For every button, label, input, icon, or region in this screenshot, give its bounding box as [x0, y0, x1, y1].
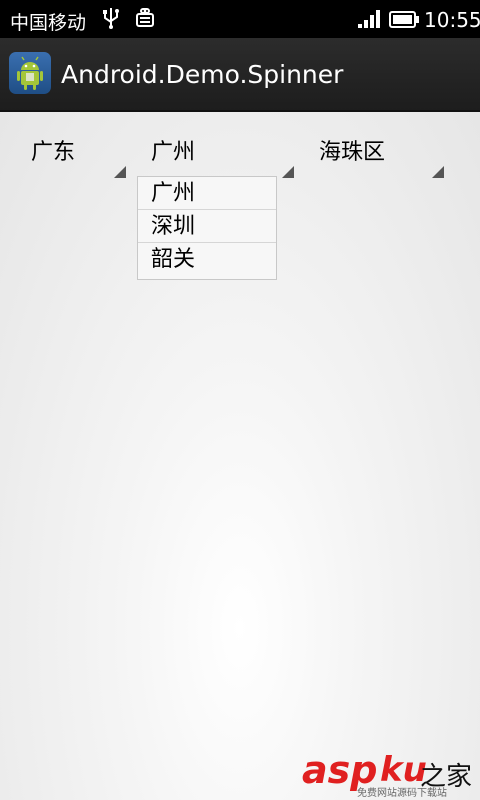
province-spinner-value: 广东	[31, 140, 76, 165]
signal-icon	[358, 10, 380, 28]
android-robot-icon	[17, 56, 43, 90]
province-spinner[interactable]: 广东	[31, 122, 126, 178]
dropdown-arrow-icon	[282, 166, 294, 178]
district-spinner-value: 海珠区	[319, 140, 386, 165]
android-debug-icon	[136, 8, 154, 27]
dropdown-item-shenzhen[interactable]: 深圳	[138, 210, 276, 243]
city-dropdown-list: 广州 深圳 韶关	[137, 176, 277, 280]
watermark-tagline: 免费网站源码下载站	[357, 788, 447, 799]
watermark-logo: asp ku 之家 免费网站源码下载站	[302, 748, 472, 799]
carrier-name: 中国移动	[10, 12, 87, 34]
action-bar: Android.Demo.Spinner	[0, 38, 480, 112]
main-content: 广东 广州 海珠区 广州 深圳 韶关 asp ku 之家 免费网站源码下载站	[0, 112, 480, 800]
city-spinner-value: 广州	[151, 140, 196, 165]
dropdown-item-shaoguan[interactable]: 韶关	[138, 243, 276, 276]
usb-icon	[103, 8, 119, 29]
android-app-icon[interactable]	[9, 52, 51, 94]
status-bar: 中国移动 10:55	[0, 0, 480, 38]
battery-icon	[389, 11, 419, 28]
dropdown-item-guangzhou[interactable]: 广州	[138, 177, 276, 210]
district-spinner[interactable]: 海珠区	[319, 122, 444, 178]
clock: 10:55	[424, 8, 480, 32]
dropdown-arrow-icon	[114, 166, 126, 178]
dropdown-arrow-icon	[432, 166, 444, 178]
app-title: Android.Demo.Spinner	[61, 60, 344, 89]
city-spinner[interactable]: 广州	[151, 122, 294, 178]
